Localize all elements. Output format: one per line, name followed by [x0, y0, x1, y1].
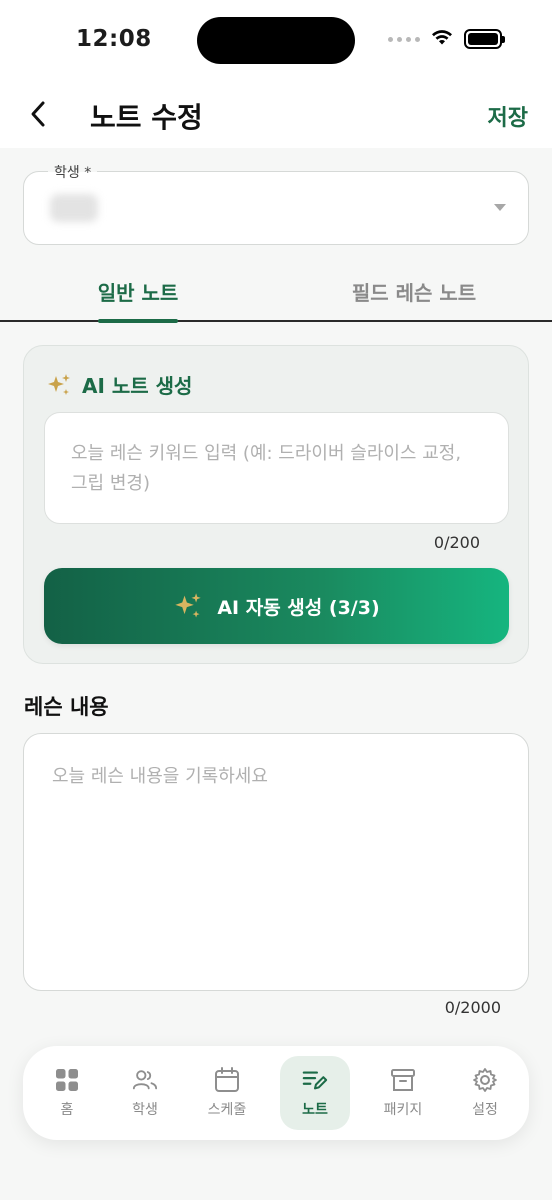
grid-icon [54, 1067, 80, 1093]
status-bar: 12:08 [0, 0, 552, 80]
back-button[interactable] [20, 94, 56, 134]
gear-icon [472, 1067, 498, 1093]
nav-item-packages[interactable]: 패키지 [368, 1056, 438, 1130]
tab-field-lesson-note[interactable]: 필드 레슨 노트 [276, 262, 552, 320]
save-button[interactable]: 저장 [488, 100, 528, 132]
tab-general-note[interactable]: 일반 노트 [0, 262, 276, 320]
battery-icon [464, 29, 505, 49]
student-selected-value [50, 194, 98, 222]
active-tab-indicator [98, 319, 178, 323]
status-time: 12:08 [76, 26, 152, 52]
ai-card-header: AI 노트 생성 [46, 370, 192, 399]
nav-label-packages: 패키지 [383, 1102, 423, 1118]
archive-box-icon [390, 1067, 416, 1093]
people-icon [132, 1067, 158, 1093]
nav-item-schedule[interactable]: 스케줄 [192, 1056, 262, 1130]
nav-label-notes: 노트 [302, 1102, 328, 1118]
keyword-input-placeholder: 오늘 레슨 키워드 입력 (예: 드라이버 슬라이스 교정, 그립 변경) [71, 443, 462, 494]
keyword-input[interactable]: 오늘 레슨 키워드 입력 (예: 드라이버 슬라이스 교정, 그립 변경) [44, 412, 509, 524]
app-header: 노트 수정 저장 [0, 80, 552, 148]
note-type-tabs: 일반 노트 필드 레슨 노트 [0, 262, 552, 323]
nav-item-home[interactable]: 홈 [32, 1056, 102, 1130]
nav-item-students[interactable]: 학생 [110, 1056, 180, 1130]
student-field-label: 학생 * [48, 162, 98, 182]
student-select[interactable]: 학생 * [23, 162, 529, 245]
page-title: 노트 수정 [90, 101, 203, 134]
nav-item-settings[interactable]: 설정 [450, 1056, 520, 1130]
ai-generate-button-label: AI 자동 생성 (3/3) [217, 596, 380, 619]
calendar-icon [214, 1067, 240, 1093]
cellular-signal-icon [388, 36, 420, 42]
tab-field-lesson-note-label: 필드 레슨 노트 [351, 280, 477, 305]
dynamic-island [197, 17, 355, 64]
status-icons [388, 28, 505, 50]
lesson-section-title: 레슨 내용 [24, 695, 109, 719]
bottom-navigation: 홈 학생 스케줄 노트 패키지 설정 [23, 1046, 529, 1140]
lesson-char-counter: 0/2000 [444, 998, 501, 1017]
note-edit-icon [302, 1067, 328, 1093]
nav-label-students: 학생 [132, 1102, 158, 1118]
ai-card-title: AI 노트 생성 [82, 374, 193, 398]
tab-general-note-label: 일반 노트 [97, 280, 179, 305]
nav-label-settings: 설정 [472, 1102, 498, 1118]
chevron-left-icon [31, 101, 45, 127]
ai-generate-button[interactable]: AI 자동 생성 (3/3) [44, 568, 509, 644]
nav-label-schedule: 스케줄 [207, 1102, 247, 1118]
sparkle-icon [175, 593, 202, 618]
wifi-icon [430, 28, 454, 50]
note-edit-screen: 12:08 노트 수정 저장 학생 * 일반 노트 필드 레슨 노트 AI 노트… [0, 0, 552, 1200]
lesson-content-placeholder: 오늘 레슨 내용을 기록하세요 [52, 766, 268, 787]
nav-label-home: 홈 [60, 1102, 74, 1118]
sparkle-icon [48, 373, 70, 395]
ai-note-card: AI 노트 생성 오늘 레슨 키워드 입력 (예: 드라이버 슬라이스 교정, … [23, 345, 529, 664]
caret-down-icon [494, 204, 506, 211]
keyword-char-counter: 0/200 [433, 533, 480, 552]
nav-item-notes[interactable]: 노트 [280, 1056, 350, 1130]
lesson-content-textarea[interactable]: 오늘 레슨 내용을 기록하세요 [23, 733, 529, 991]
